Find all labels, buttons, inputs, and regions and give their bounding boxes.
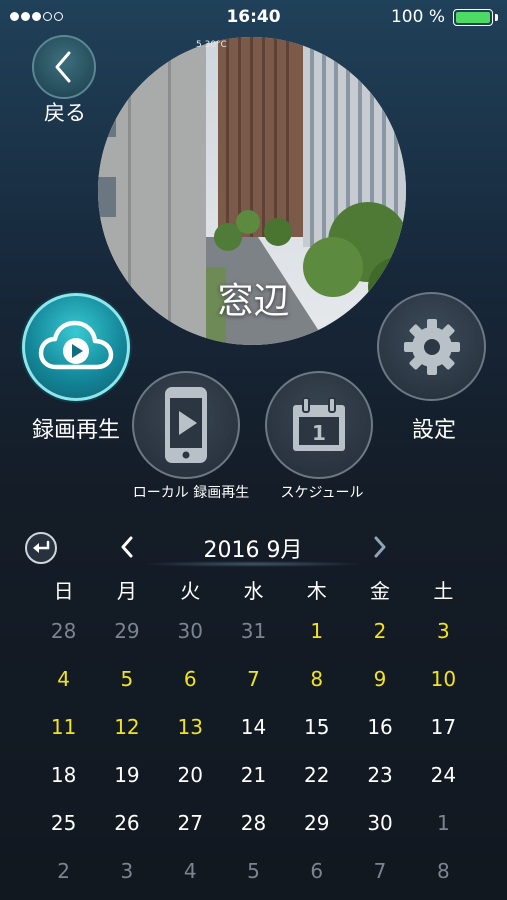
weekday-header: 日月火水木金土 [32,575,475,604]
calendar-day[interactable]: 25 [32,807,95,855]
chevron-left-icon [55,51,71,83]
gear-icon [403,318,460,375]
calendar-day[interactable]: 14 [222,711,285,759]
status-bar: 16:40 100 % [0,0,507,34]
calendar-day[interactable]: 4 [159,855,222,900]
weekday-label: 火 [180,579,201,603]
calendar-icon: 1 [293,397,345,451]
calendar-day[interactable]: 2 [348,615,411,663]
schedule-button[interactable]: 1 [265,371,373,479]
calendar-week-row: 4 5 6 7 8 9 10 [32,663,475,711]
calendar-day[interactable]: 29 [285,807,348,855]
calendar-day[interactable]: 7 [222,663,285,711]
battery-icon [453,9,493,26]
calendar-day[interactable]: 29 [95,615,158,663]
calendar-day[interactable]: 2 [32,855,95,900]
camera-overlay-text: 5 30°C [196,40,227,50]
calendar-day[interactable]: 21 [222,759,285,807]
calendar-day[interactable]: 4 [32,663,95,711]
schedule-label: スケジュール [280,485,364,501]
calendar-day[interactable]: 12 [95,711,158,759]
cloud-playback-button[interactable] [22,293,130,401]
calendar-day[interactable]: 13 [159,711,222,759]
cloud-play-icon [38,320,114,370]
calendar-day[interactable]: 19 [95,759,158,807]
calendar-week-row: 2345678 [32,855,475,900]
calendar-week-row: 18 19 20 21 22 23 24 [32,759,475,807]
calendar-day[interactable]: 1 [285,615,348,663]
chevron-left-icon [121,536,133,558]
calendar-day[interactable]: 28 [32,615,95,663]
phone-play-icon [165,387,207,463]
calendar-day[interactable]: 26 [95,807,158,855]
weekday-label: 水 [243,579,264,603]
calendar-day[interactable]: 10 [412,663,475,711]
calendar-day[interactable]: 7 [348,855,411,900]
local-playback-label: ローカル 録画再生 [132,485,250,501]
weekday-label: 土 [433,579,454,603]
weekday-label: 日 [53,579,74,603]
month-title-underline [140,561,366,567]
battery-percent: 100 % [390,7,445,27]
calendar-day[interactable]: 3 [95,855,158,900]
local-playback-button[interactable] [132,371,240,479]
calendar-day[interactable]: 17 [412,711,475,759]
calendar-week-row: 11 12 13 14 15 16 17 [32,711,475,759]
calendar-day[interactable]: 23 [348,759,411,807]
calendar-day[interactable]: 27 [159,807,222,855]
chevron-right-icon [374,536,386,558]
weekday-label: 木 [306,579,327,603]
next-month-button[interactable] [367,530,393,564]
back-label[interactable]: 戻る [30,97,100,127]
return-arrow-icon [33,540,50,553]
calendar-icon-number: 1 [312,421,326,445]
calendar-day[interactable]: 15 [285,711,348,759]
settings-button[interactable] [377,292,486,401]
calendar-day[interactable]: 5 [95,663,158,711]
calendar-day[interactable]: 1 [412,807,475,855]
weekday-label: 月 [116,579,137,603]
calendar-return-button[interactable] [25,532,57,564]
weekday-label: 金 [370,579,391,603]
calendar-grid: 28 29 30 31 1 2 3 4 5 6 7 8 9 10 11 12 13 14 15 16 17 18 19 20 2… [32,615,475,900]
calendar-week-row: 25 26 27 28 29 30 1 [32,807,475,855]
calendar-day[interactable]: 30 [348,807,411,855]
battery-tip [495,14,498,21]
cloud-playback-label: 録画再生 [31,418,120,443]
calendar-day[interactable]: 24 [412,759,475,807]
calendar-day[interactable]: 22 [285,759,348,807]
settings-label: 設定 [411,418,456,443]
calendar-day[interactable]: 8 [285,663,348,711]
calendar-day[interactable]: 3 [412,615,475,663]
calendar-day[interactable]: 30 [159,615,222,663]
calendar-day[interactable]: 31 [222,615,285,663]
calendar-week-row: 28 29 30 31 1 2 3 [32,615,475,663]
calendar-day[interactable]: 6 [159,663,222,711]
calendar-day[interactable]: 8 [412,855,475,900]
month-title: 2016 9月 [203,538,303,563]
calendar-day[interactable]: 11 [32,711,95,759]
previous-month-button[interactable] [114,530,140,564]
calendar-day[interactable]: 18 [32,759,95,807]
calendar-day[interactable]: 9 [348,663,411,711]
calendar-day[interactable]: 6 [285,855,348,900]
calendar-day[interactable]: 5 [222,855,285,900]
calendar-day[interactable]: 20 [159,759,222,807]
calendar-day[interactable]: 16 [348,711,411,759]
back-button[interactable] [32,35,96,99]
calendar-day[interactable]: 28 [222,807,285,855]
